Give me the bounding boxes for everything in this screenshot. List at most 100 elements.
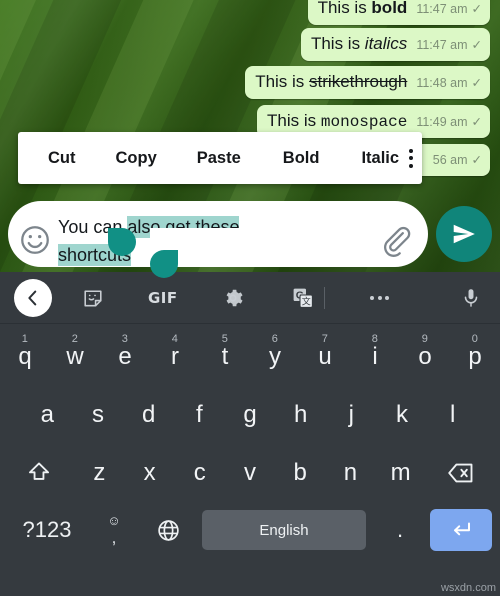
chevron-left-icon[interactable] bbox=[14, 278, 52, 317]
key-hint: 9 bbox=[421, 333, 428, 345]
emoji-smiley-icon[interactable] bbox=[18, 223, 52, 257]
message-time: 11:49 am bbox=[416, 115, 468, 129]
message-bubble[interactable]: This is bold 11:47 am ✓ bbox=[307, 0, 490, 25]
key-label: x bbox=[143, 459, 156, 486]
key-p[interactable]: 0p bbox=[450, 329, 500, 385]
dots-group bbox=[370, 295, 390, 300]
dot bbox=[409, 156, 414, 160]
key-w[interactable]: 2w bbox=[50, 329, 100, 385]
message-bubble[interactable]: 56 am ✓ bbox=[413, 144, 490, 176]
period-key[interactable]: . bbox=[374, 517, 426, 543]
delivery-check-icon: ✓ bbox=[471, 76, 482, 90]
message-bubble[interactable]: This is italics 11:47 am ✓ bbox=[300, 28, 490, 61]
key-label: y bbox=[269, 343, 281, 370]
key-z[interactable]: z bbox=[74, 445, 124, 501]
send-button[interactable] bbox=[436, 206, 492, 262]
key-label: a bbox=[40, 401, 54, 428]
key-hint: 5 bbox=[221, 333, 228, 345]
more-horizontal-icon[interactable] bbox=[365, 283, 395, 313]
numeric-symbols-key[interactable]: ?123 bbox=[8, 517, 86, 543]
key-a[interactable]: a bbox=[22, 387, 73, 443]
context-menu-paste[interactable]: Paste bbox=[187, 149, 251, 168]
key-e[interactable]: 3e bbox=[100, 329, 150, 385]
key-label: n bbox=[343, 459, 358, 486]
keyboard-row-2: a s d f g h j k l bbox=[0, 386, 500, 444]
delivery-check-icon: ✓ bbox=[471, 153, 482, 167]
message-composer: You can also get these shortcuts bbox=[0, 196, 500, 272]
key-f[interactable]: f bbox=[174, 387, 225, 443]
key-j[interactable]: j bbox=[326, 387, 377, 443]
more-vertical-icon[interactable] bbox=[409, 148, 414, 168]
key-i[interactable]: 8i bbox=[350, 329, 400, 385]
space-key[interactable]: English bbox=[202, 510, 366, 550]
dot bbox=[409, 163, 414, 168]
delivery-check-icon: ✓ bbox=[471, 2, 482, 16]
key-h[interactable]: h bbox=[275, 387, 326, 443]
key-r[interactable]: 4r bbox=[150, 329, 200, 385]
key-d[interactable]: d bbox=[123, 387, 174, 443]
message-meta: 11:48 am ✓ bbox=[416, 72, 482, 94]
globe-language-icon[interactable] bbox=[142, 518, 194, 543]
context-menu-cut[interactable]: Cut bbox=[38, 149, 86, 168]
key-k[interactable]: k bbox=[377, 387, 428, 443]
sticker-icon[interactable] bbox=[78, 283, 108, 313]
message-bubble[interactable]: This is strikethrough 11:48 am ✓ bbox=[245, 66, 490, 99]
enter-key[interactable] bbox=[430, 509, 492, 551]
key-l[interactable]: l bbox=[427, 387, 478, 443]
key-label: u bbox=[318, 343, 332, 370]
key-label: p bbox=[468, 343, 482, 370]
key-hint: 1 bbox=[21, 333, 28, 345]
dot bbox=[409, 148, 414, 153]
message-meta: 11:49 am ✓ bbox=[416, 111, 482, 133]
keyboard-toolbar: GIF G 文 bbox=[0, 272, 500, 324]
key-hint: 8 bbox=[371, 333, 378, 345]
key-label: v bbox=[243, 459, 256, 486]
context-menu-italic[interactable]: Italic bbox=[351, 149, 409, 168]
key-c[interactable]: c bbox=[175, 445, 225, 501]
key-label: b bbox=[293, 459, 307, 486]
message-text: This is bold bbox=[317, 0, 408, 17]
gif-button[interactable]: GIF bbox=[148, 289, 178, 307]
translate-icon[interactable]: G 文 bbox=[288, 283, 318, 313]
comma-label: , bbox=[111, 528, 117, 547]
backspace-key[interactable] bbox=[426, 445, 496, 501]
delivery-check-icon: ✓ bbox=[471, 38, 482, 52]
dot bbox=[370, 295, 375, 300]
selection-handle-start[interactable] bbox=[108, 228, 136, 256]
selection-caret-gap bbox=[150, 228, 242, 252]
text-selection-context-menu: Cut Copy Paste Bold Italic bbox=[18, 132, 422, 184]
key-label: m bbox=[390, 459, 411, 486]
key-label: j bbox=[348, 401, 355, 428]
key-n[interactable]: n bbox=[325, 445, 375, 501]
toolbar-right-group bbox=[456, 283, 486, 313]
key-v[interactable]: v bbox=[225, 445, 275, 501]
paperclip-icon[interactable] bbox=[378, 223, 412, 257]
selection-handle-end[interactable] bbox=[150, 250, 178, 278]
key-o[interactable]: 9o bbox=[400, 329, 450, 385]
key-y[interactable]: 6y bbox=[250, 329, 300, 385]
key-m[interactable]: m bbox=[376, 445, 426, 501]
key-label: i bbox=[372, 343, 378, 370]
key-label: t bbox=[221, 343, 229, 370]
gear-icon[interactable] bbox=[218, 283, 248, 313]
shift-key[interactable] bbox=[4, 445, 74, 501]
key-hint: 3 bbox=[121, 333, 128, 345]
message-text: This is strikethrough bbox=[255, 72, 408, 91]
key-g[interactable]: g bbox=[225, 387, 276, 443]
message-text: This is italics bbox=[310, 34, 408, 53]
key-s[interactable]: s bbox=[73, 387, 124, 443]
key-u[interactable]: 7u bbox=[300, 329, 350, 385]
message-time: 11:48 am bbox=[416, 76, 468, 90]
context-menu-bold[interactable]: Bold bbox=[273, 149, 330, 168]
key-q[interactable]: 1q bbox=[0, 329, 50, 385]
context-menu-copy[interactable]: Copy bbox=[106, 149, 167, 168]
backspace-icon bbox=[448, 463, 473, 483]
key-t[interactable]: 5t bbox=[200, 329, 250, 385]
key-x[interactable]: x bbox=[124, 445, 174, 501]
keyboard-row-3: z x c v b n m bbox=[0, 444, 500, 502]
keyboard-key-rows: 1q 2w 3e 4r 5t 6y 7u 8i 9o 0p a s d f g … bbox=[0, 324, 500, 558]
dot bbox=[377, 295, 382, 300]
microphone-icon[interactable] bbox=[456, 283, 486, 313]
comma-emoji-key[interactable]: ☺ , bbox=[86, 514, 142, 546]
key-b[interactable]: b bbox=[275, 445, 325, 501]
